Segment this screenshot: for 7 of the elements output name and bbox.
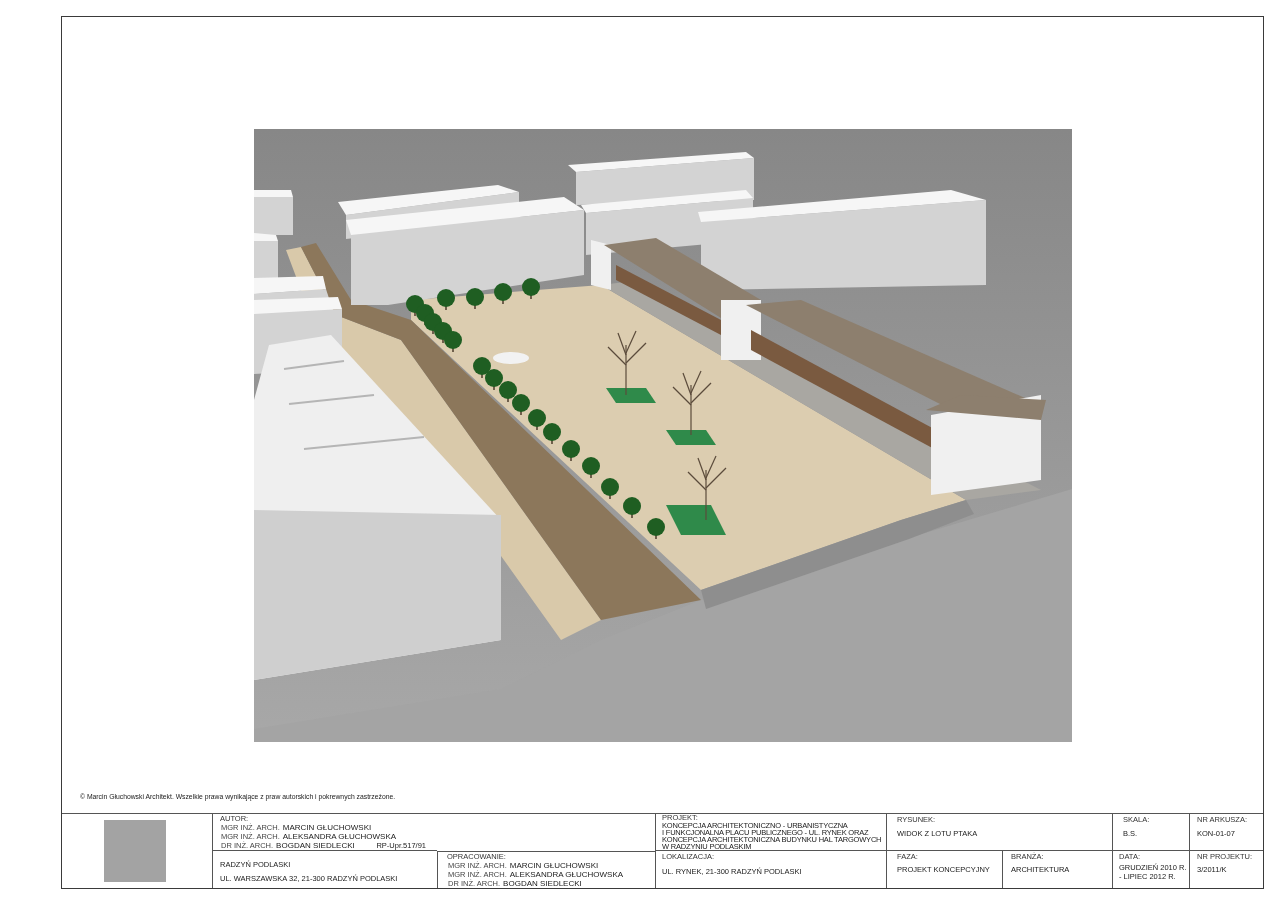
- person-name: BOGDAN SIEDLECKI: [503, 879, 582, 888]
- logo-icon: [104, 820, 166, 882]
- person-name: ALEKSANDRA GŁUCHOWSKA: [509, 870, 624, 879]
- person-name: BOGDAN SIEDLECKI: [276, 841, 355, 850]
- person-name: MARCIN GŁUCHOWSKI: [509, 861, 599, 870]
- person-name: ALEKSANDRA GŁUCHOWSKA: [282, 832, 397, 841]
- person-name: MARCIN GŁUCHOWSKI: [282, 823, 372, 832]
